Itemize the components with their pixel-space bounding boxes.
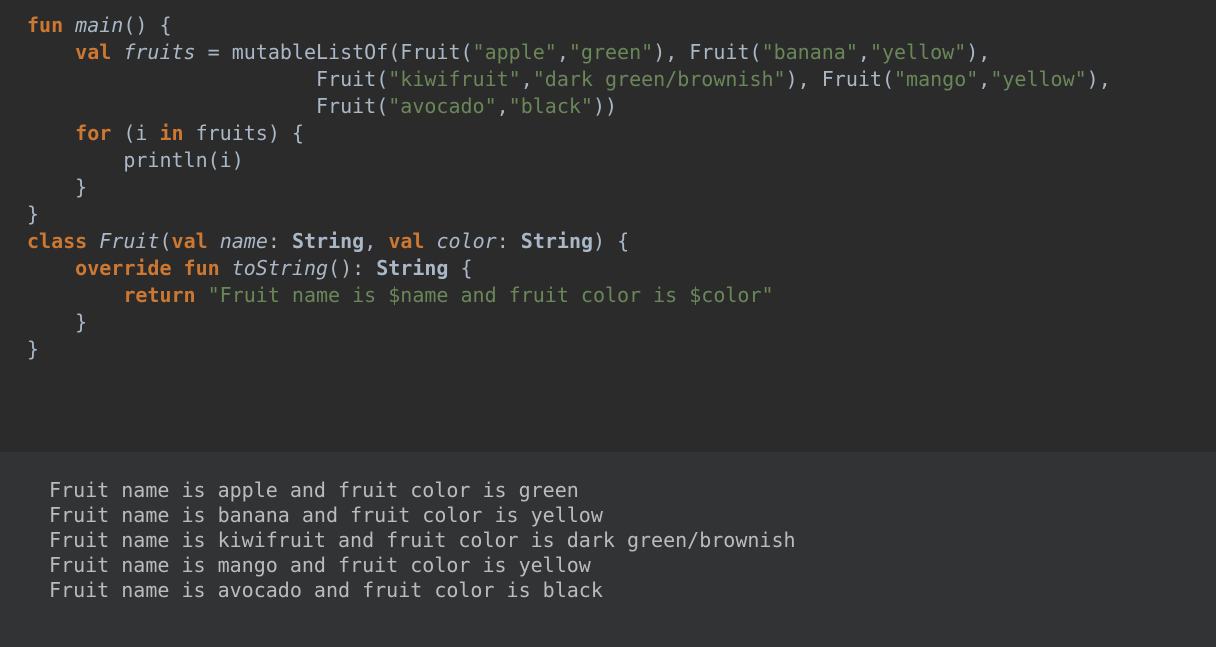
code-token-default: } [27,202,40,226]
code-token-keyword: for [75,121,112,145]
output-line: Fruit name is mango and fruit color is y… [49,553,591,577]
code-token-italic: name [219,229,268,253]
code-line: } [27,201,1111,228]
code-token-string: "dark green/brownish" [532,67,786,91]
code-token-keyword: override [75,256,172,280]
output-line: Fruit name is apple and fruit color is g… [49,478,579,502]
code-token-default: , [496,94,509,118]
code-token-keyword: val [388,229,425,253]
code-token-string: "green" [568,40,654,64]
code-token-keyword: class [27,229,88,253]
code-token-default [424,229,436,253]
code-token-italic: fruits [123,40,196,64]
code-token-default: ), [966,40,991,64]
code-line: Fruit("kiwifruit","dark green/brownish")… [27,66,1111,93]
code-token-function: toString [231,256,329,280]
code-token-default: } [27,337,40,361]
code-token-default: : [267,229,292,253]
code-token-default [220,256,232,280]
code-token-string: "kiwifruit" [388,67,521,91]
code-token-default: ), Fruit( [653,40,762,64]
code-token-string: "yellow" [869,40,967,64]
code-token-italic: color [436,229,497,253]
code-line: } [27,336,1111,363]
code-token-string: "avocado" [388,94,497,118]
code-token-default: Fruit( [27,94,389,118]
code-block[interactable]: fun main() { val fruits = mutableListOf(… [27,12,1111,363]
code-token-default [27,283,123,307]
code-token-string: "yellow" [990,67,1087,91]
code-token-string: "mango" [893,67,979,91]
code-token-default: )) [592,94,618,118]
code-token-default: ), [1086,67,1111,91]
code-token-default: , [364,229,389,253]
code-token-default [172,256,184,280]
code-token-default: , [520,67,533,91]
code-editor[interactable]: fun main() { val fruits = mutableListOf(… [0,0,1216,452]
code-token-keyword: return [123,283,196,307]
code-token-default [208,229,220,253]
code-token-default [111,40,123,64]
code-line: val fruits = mutableListOf(Fruit("apple"… [27,39,1111,66]
code-token-default: { [448,256,473,280]
code-token-keyword: val [171,229,208,253]
code-line: for (i in fruits) { [27,120,1111,147]
code-token-default: fruits) { [183,121,304,145]
code-token-default: ) { [593,229,630,253]
code-token-default: : [496,229,521,253]
code-line: Fruit("avocado","black")) [27,93,1111,120]
output-line: Fruit name is kiwifruit and fruit color … [49,528,796,552]
console-output-text: Fruit name is apple and fruit color is g… [49,478,796,603]
code-token-type: String [376,256,449,280]
code-token-default: } [27,175,88,199]
code-token-string: "apple" [472,40,557,64]
code-token-default: } [27,310,88,334]
code-line: class Fruit(val name: String, val color:… [27,228,1111,255]
code-line: return "Fruit name is $name and fruit co… [27,282,1111,309]
code-token-default [27,40,75,64]
code-token-string: "banana" [761,40,858,64]
code-token-type: String [520,229,594,253]
code-token-default: = mutableListOf(Fruit( [195,40,473,64]
code-token-keyword: in [159,121,184,145]
code-token-keyword: fun [27,13,64,37]
output-line: Fruit name is avocado and fruit color is… [49,578,603,602]
code-token-function: Fruit [99,229,160,253]
code-token-string: "black" [508,94,593,118]
code-token-default [87,229,99,253]
code-token-default: (i [111,121,160,145]
code-token-default: (): [328,256,377,280]
code-token-default: () { [123,13,172,37]
code-token-default: , [857,40,870,64]
code-token-default [27,256,75,280]
code-line: } [27,309,1111,336]
code-token-default: , [556,40,569,64]
code-token-type: String [291,229,365,253]
code-token-default [27,121,75,145]
code-token-keyword: val [75,40,112,64]
code-line: println(i) [27,147,1111,174]
code-line: override fun toString(): String { [27,255,1111,282]
code-line: } [27,174,1111,201]
code-token-default [196,283,208,307]
output-line: Fruit name is banana and fruit color is … [49,503,603,527]
code-token-default: ), Fruit( [785,67,894,91]
code-token-function: main [75,13,124,37]
code-token-keyword: fun [183,256,220,280]
code-token-default [63,13,75,37]
code-token-default: , [978,67,991,91]
code-token-default: println(i) [27,148,244,172]
code-token-default: ( [159,229,172,253]
code-token-default: Fruit( [27,67,389,91]
code-token-string: "Fruit name is $name and fruit color is … [207,283,774,307]
code-line: fun main() { [27,12,1111,39]
